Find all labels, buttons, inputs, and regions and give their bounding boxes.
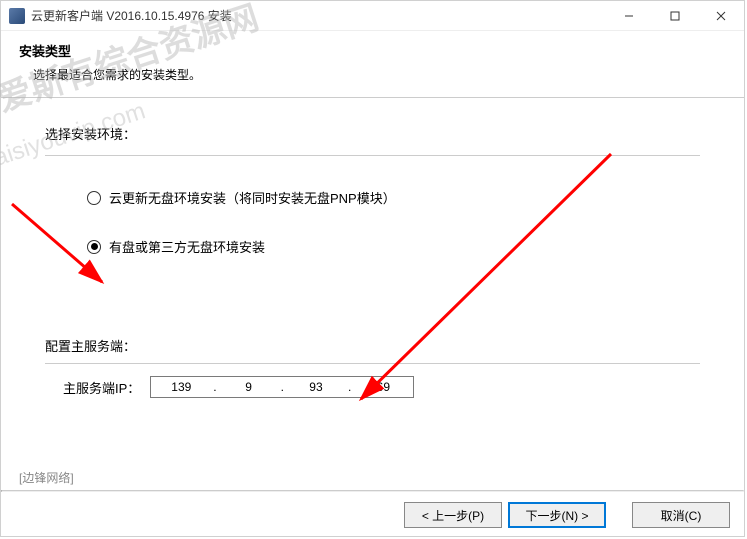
env-option-thirdparty[interactable]: 有盘或第三方无盘环境安装 — [87, 237, 700, 256]
ip-octet-3[interactable]: 93 — [286, 380, 346, 394]
back-button[interactable]: < 上一步(P) — [404, 502, 502, 528]
ip-dot: . — [279, 380, 286, 394]
ip-dot: . — [211, 380, 218, 394]
ip-octet-1[interactable]: 139 — [151, 380, 211, 394]
titlebar: 云更新客户端 V2016.10.15.4976 安装 — [1, 1, 744, 31]
radio-label: 有盘或第三方无盘环境安装 — [109, 237, 265, 256]
close-button[interactable] — [698, 1, 744, 31]
app-icon — [9, 8, 25, 24]
ip-label: 主服务端IP： — [63, 378, 140, 397]
server-ip-input[interactable]: 139 . 9 . 93 . 69 — [150, 376, 414, 398]
ip-dot: . — [346, 380, 353, 394]
env-group-label: 选择安装环境： — [45, 124, 700, 143]
env-option-diskless[interactable]: 云更新无盘环境安装（将同时安装无盘PNP模块） — [87, 188, 700, 207]
radio-label: 云更新无盘环境安装（将同时安装无盘PNP模块） — [109, 188, 396, 207]
next-button[interactable]: 下一步(N) > — [508, 502, 606, 528]
wizard-content: 选择安装环境： 云更新无盘环境安装（将同时安装无盘PNP模块） 有盘或第三方无盘… — [1, 98, 744, 398]
ip-octet-2[interactable]: 9 — [219, 380, 279, 394]
config-group-label: 配置主服务端： — [45, 336, 700, 355]
cancel-button[interactable]: 取消(C) — [632, 502, 730, 528]
maximize-button[interactable] — [652, 1, 698, 31]
page-subtitle: 选择最适合您需求的安装类型。 — [19, 66, 726, 83]
wizard-header: 安装类型 选择最适合您需求的安装类型。 — [1, 31, 744, 98]
minimize-button[interactable] — [606, 1, 652, 31]
env-radio-group: 云更新无盘环境安装（将同时安装无盘PNP模块） 有盘或第三方无盘环境安装 — [45, 156, 700, 310]
footer-divider — [1, 490, 744, 492]
radio-icon — [87, 240, 101, 254]
radio-icon — [87, 191, 101, 205]
page-title: 安装类型 — [19, 41, 726, 60]
window-title: 云更新客户端 V2016.10.15.4976 安装 — [31, 7, 232, 24]
ip-octet-4[interactable]: 69 — [353, 380, 413, 394]
wizard-footer: < 上一步(P) 下一步(N) > 取消(C) — [1, 502, 744, 528]
branding-text: [边锋网络] — [19, 469, 74, 486]
